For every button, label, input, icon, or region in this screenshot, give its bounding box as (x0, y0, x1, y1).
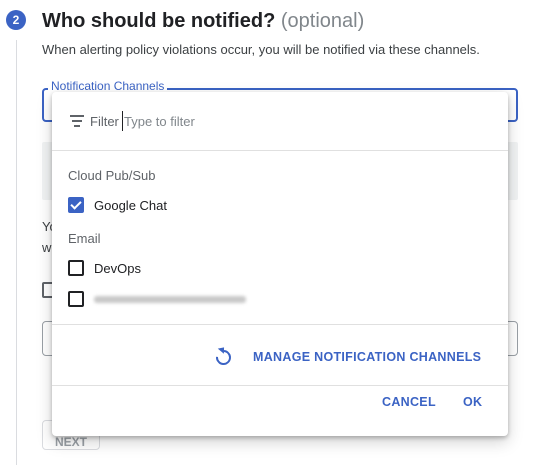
group-label-email: Email (68, 231, 101, 246)
step-description: When alerting policy violations occur, y… (42, 42, 480, 57)
manage-notification-channels-button[interactable]: MANAGE NOTIFICATION CHANNELS (212, 342, 482, 372)
refresh-icon (212, 346, 235, 368)
notification-channels-dropdown: Filter Cloud Pub/Sub Google Chat Email D… (52, 92, 508, 436)
notification-channels-label: Notification Channels (48, 79, 168, 93)
group-label-cloud-pubsub: Cloud Pub/Sub (68, 168, 156, 183)
manage-label: MANAGE NOTIFICATION CHANNELS (253, 350, 482, 364)
filter-icon (70, 115, 84, 127)
step-connector-line (16, 40, 17, 465)
divider (52, 324, 508, 325)
option-label: Google Chat (94, 197, 167, 213)
option-devops[interactable]: DevOps (68, 257, 141, 279)
filter-bar: Filter (52, 92, 508, 151)
divider (52, 385, 508, 386)
step-number-badge: 2 (6, 10, 26, 30)
ok-button[interactable]: OK (463, 395, 482, 409)
redacted-text (94, 295, 246, 303)
background-text-fragment: w (42, 240, 52, 255)
option-redacted-email[interactable] (68, 288, 246, 310)
step-title-text: Who should be notified? (42, 10, 276, 32)
option-label: DevOps (94, 260, 141, 276)
checkbox-checked[interactable] (68, 197, 84, 213)
filter-input[interactable] (122, 111, 424, 131)
option-google-chat[interactable]: Google Chat (68, 194, 167, 216)
cancel-button[interactable]: CANCEL (382, 395, 436, 409)
step-optional-label: (optional) (280, 10, 365, 32)
checkbox[interactable] (68, 291, 84, 307)
filter-label: Filter (90, 114, 119, 129)
step-title: Who should be notified? (optional) (42, 8, 364, 34)
checkbox[interactable] (68, 260, 84, 276)
